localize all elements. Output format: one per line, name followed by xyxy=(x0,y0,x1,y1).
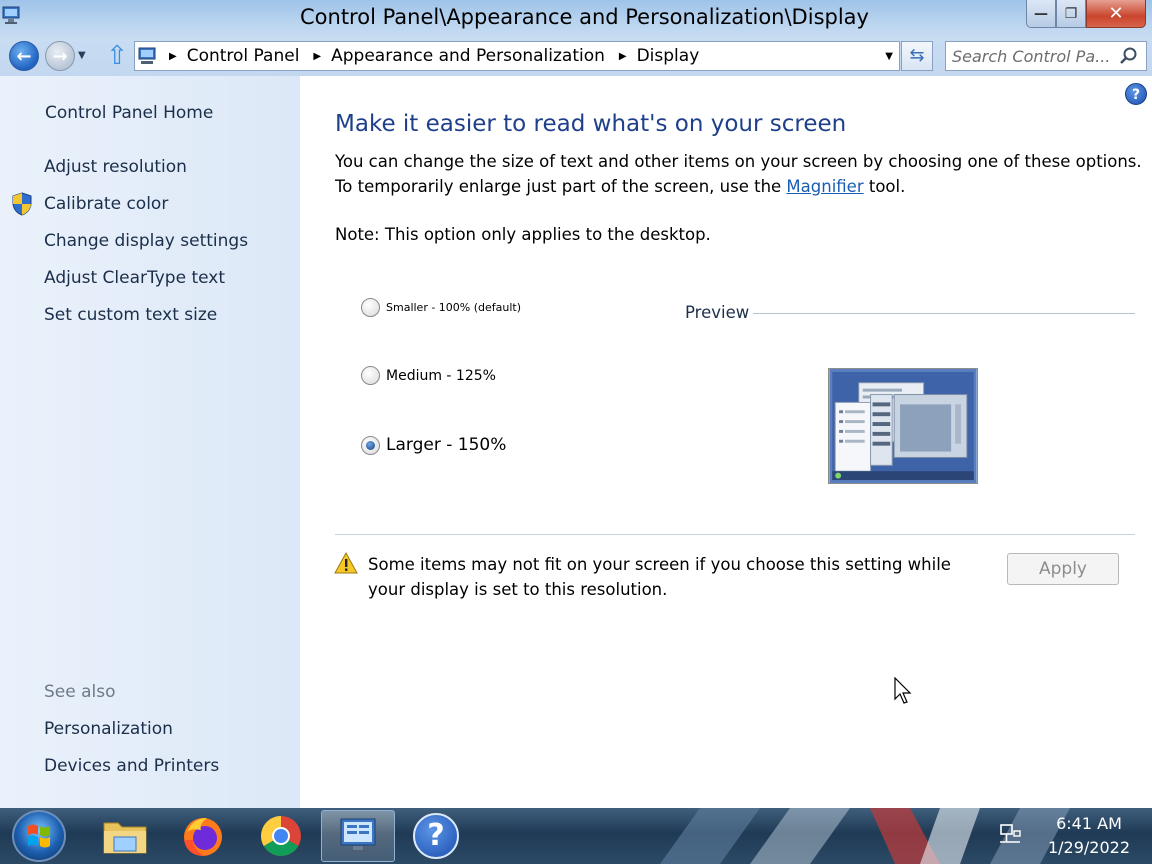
breadcrumb-chevron-icon[interactable]: ▶ xyxy=(169,51,177,62)
radio-larger[interactable] xyxy=(361,435,380,455)
adjust-resolution-link[interactable]: Adjust resolution xyxy=(44,157,187,177)
breadcrumb-chevron-icon[interactable]: ▶ xyxy=(619,51,627,62)
personalization-link[interactable]: Personalization xyxy=(44,719,173,739)
adjust-cleartype-link[interactable]: Adjust ClearType text xyxy=(44,268,225,288)
clock-date: 1/29/2022 xyxy=(1047,838,1131,857)
description-text: You can change the size of text and othe… xyxy=(335,152,1142,196)
help-button[interactable]: ? xyxy=(1125,83,1147,105)
clock-time: 6:41 AM xyxy=(1056,814,1122,833)
magnifier-link[interactable]: Magnifier xyxy=(786,177,863,196)
system-clock[interactable]: 6:41 AM 1/29/2022 xyxy=(1030,812,1148,860)
folder-icon xyxy=(103,822,147,854)
window-title: Control Panel\Appearance and Personaliza… xyxy=(300,5,869,29)
description-text-end: tool. xyxy=(863,177,906,196)
close-icon: ✕ xyxy=(1108,3,1124,24)
taskbar-file-explorer[interactable] xyxy=(88,810,162,862)
search-icon[interactable] xyxy=(1118,46,1138,66)
help-icon: ? xyxy=(413,813,459,859)
network-icon[interactable] xyxy=(998,822,1022,846)
breadcrumb-appearance[interactable]: Appearance and Personalization xyxy=(331,46,605,66)
control-panel-home-link[interactable]: Control Panel Home xyxy=(45,103,213,123)
address-dropdown-icon[interactable]: ▼ xyxy=(885,51,893,62)
taskbar-control-panel[interactable] xyxy=(321,810,395,862)
taskbar-chrome[interactable] xyxy=(244,810,318,862)
start-button[interactable] xyxy=(12,810,66,862)
taskbar-firefox[interactable] xyxy=(166,810,240,862)
navigation-bar: ← → ▼ ⇧ ▶ Control Panel ▶ Appearance and… xyxy=(0,38,1152,76)
option-larger[interactable]: Larger - 150% xyxy=(361,435,506,455)
breadcrumb-chevron-icon[interactable]: ▶ xyxy=(313,51,321,62)
preview-label: Preview xyxy=(685,303,750,322)
taskbar: ? xyxy=(0,808,1152,864)
maximize-button[interactable]: ❐ xyxy=(1056,0,1086,28)
windows-logo-icon xyxy=(28,824,50,848)
refresh-button[interactable]: ⇆ xyxy=(901,41,933,71)
desktop-note: Note: This option only applies to the de… xyxy=(335,225,711,244)
see-also-heading: See also xyxy=(44,682,116,702)
mouse-pointer-icon xyxy=(894,677,912,704)
preview-divider xyxy=(753,313,1135,314)
option-medium-label[interactable]: Medium - 125% xyxy=(386,368,496,384)
control-panel-icon xyxy=(340,818,376,853)
back-button[interactable]: ← xyxy=(9,41,39,71)
page-title: Make it easier to read what's on your sc… xyxy=(335,111,847,137)
up-arrow-button[interactable]: ⇧ xyxy=(105,41,129,71)
radio-medium[interactable] xyxy=(361,366,380,385)
breadcrumb-control-panel[interactable]: Control Panel xyxy=(187,46,300,66)
warning-icon xyxy=(334,552,358,574)
title-bar[interactable]: Control Panel\Appearance and Personaliza… xyxy=(0,0,1152,38)
close-button[interactable]: ✕ xyxy=(1086,0,1146,28)
maximize-icon: ❐ xyxy=(1064,5,1078,22)
preview-image xyxy=(828,368,978,484)
option-smaller-label[interactable]: Smaller - 100% (default) xyxy=(386,301,521,314)
task-pane: Control Panel Home Adjust resolution Cal… xyxy=(0,76,300,808)
section-divider xyxy=(335,534,1135,535)
breadcrumb-display[interactable]: Display xyxy=(637,46,700,66)
uac-shield-icon xyxy=(12,192,32,216)
minimize-button[interactable]: — xyxy=(1026,0,1056,28)
change-display-settings-link[interactable]: Change display settings xyxy=(44,231,248,251)
page-description: You can change the size of text and othe… xyxy=(335,149,1145,199)
control-panel-icon xyxy=(138,47,156,64)
option-medium[interactable]: Medium - 125% xyxy=(361,366,496,385)
search-input[interactable] xyxy=(952,46,1112,66)
set-custom-text-size-link[interactable]: Set custom text size xyxy=(44,305,217,325)
devices-and-printers-link[interactable]: Devices and Printers xyxy=(44,756,219,776)
recent-pages-dropdown-icon[interactable]: ▼ xyxy=(78,50,86,61)
calibrate-color-link[interactable]: Calibrate color xyxy=(44,194,168,214)
taskbar-help-and-support[interactable]: ? xyxy=(399,810,473,862)
search-box[interactable] xyxy=(945,41,1147,71)
option-smaller[interactable]: Smaller - 100% (default) xyxy=(361,298,521,317)
chrome-icon xyxy=(261,816,301,856)
radio-smaller[interactable] xyxy=(361,298,380,317)
address-bar[interactable]: ▶ Control Panel ▶ Appearance and Persona… xyxy=(134,41,900,71)
warning-message: Some items may not fit on your screen if… xyxy=(368,555,951,599)
firefox-icon xyxy=(184,818,222,856)
forward-button[interactable]: → xyxy=(45,41,75,71)
apply-button[interactable]: Apply xyxy=(1007,553,1119,585)
control-panel-icon xyxy=(2,6,20,24)
option-larger-label[interactable]: Larger - 150% xyxy=(386,435,506,455)
minimize-icon: — xyxy=(1034,5,1048,22)
